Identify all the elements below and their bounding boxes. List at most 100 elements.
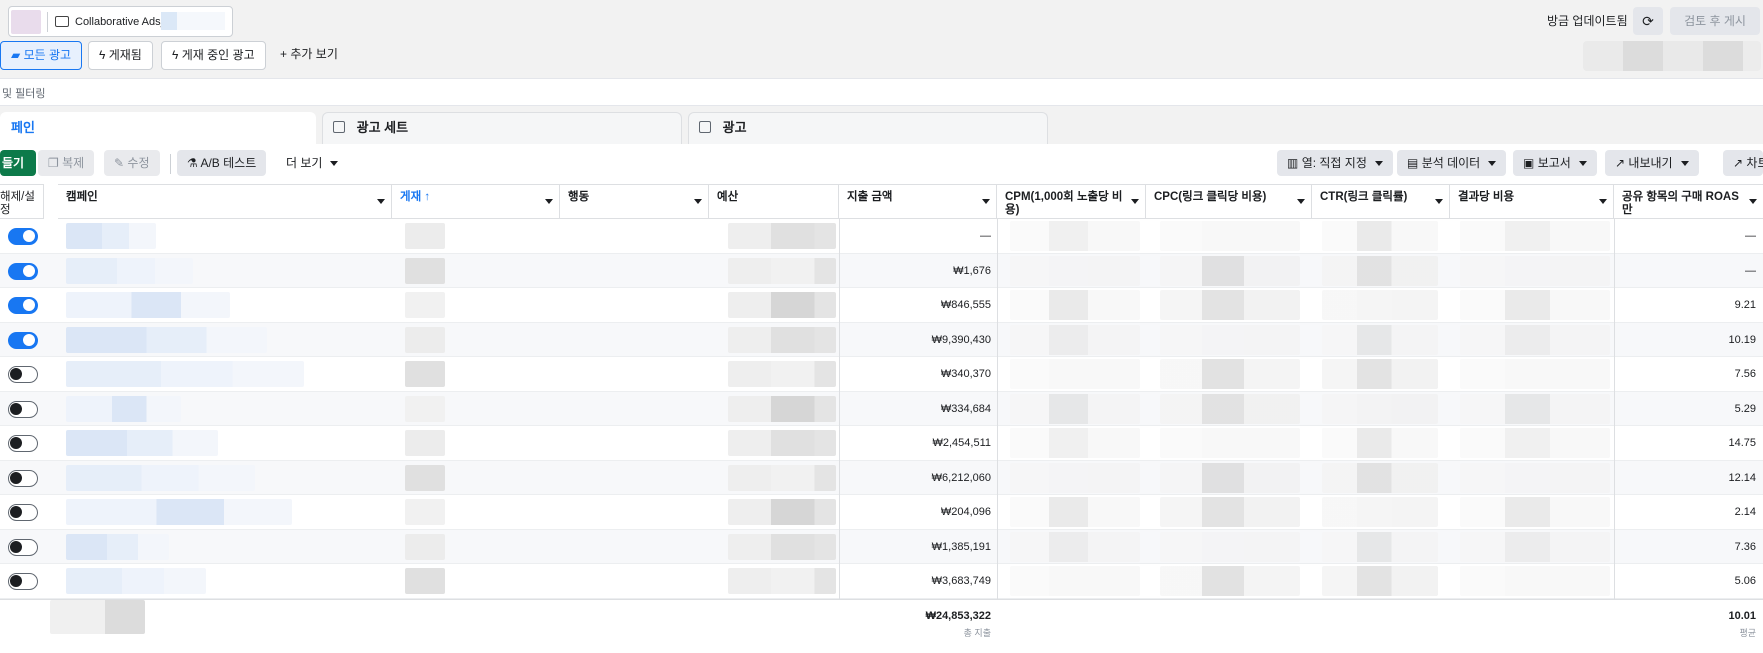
more-views-button[interactable]: + 추가 보기 bbox=[270, 41, 348, 70]
redacted-metric-value bbox=[1160, 290, 1300, 320]
table-row[interactable]: ₩340,370 7.56 bbox=[0, 357, 1763, 392]
table-row[interactable]: ₩204,096 2.14 bbox=[0, 495, 1763, 530]
more-actions-button[interactable]: 더 보기 bbox=[276, 150, 348, 176]
toggle-knob bbox=[10, 575, 22, 587]
campaign-toggle[interactable] bbox=[8, 400, 38, 418]
campaign-toggle[interactable] bbox=[8, 504, 38, 521]
chevron-down-icon bbox=[1578, 161, 1587, 166]
campaign-toggle[interactable] bbox=[8, 262, 38, 280]
reports-button[interactable]: ▣ 보고서 bbox=[1513, 150, 1597, 176]
redacted-metric-value bbox=[1160, 221, 1300, 251]
col-header-cpc[interactable]: CPC(링크 클릭당 비용) bbox=[1146, 184, 1312, 219]
redacted-metric-value bbox=[1460, 428, 1610, 458]
published-view-button[interactable]: ϟ 게재됨 bbox=[88, 41, 153, 70]
chevron-down-icon bbox=[694, 199, 702, 204]
columns-button[interactable]: ▥ 열: 직접 지정 bbox=[1277, 150, 1393, 176]
col-header-roas[interactable]: 공유 항목의 구매 ROAS만 bbox=[1614, 184, 1763, 219]
breakdown-button[interactable]: ▤ 분석 데이터 bbox=[1397, 150, 1507, 176]
col-header-actions[interactable]: 행동 bbox=[560, 184, 709, 219]
plus-icon: + bbox=[280, 47, 288, 61]
col-header-budget[interactable]: 예산 bbox=[709, 184, 839, 219]
redacted-delivery-status bbox=[405, 430, 445, 456]
campaign-toggle[interactable] bbox=[8, 435, 38, 452]
campaign-toggle[interactable] bbox=[8, 228, 38, 245]
chevron-down-icon bbox=[1599, 199, 1607, 204]
col-header-cost-per-result[interactable]: 결과당 비용 bbox=[1450, 184, 1614, 219]
totals-row: ₩24,853,322 총 지출 10.01 평균 bbox=[0, 599, 1763, 653]
redacted-metric-value bbox=[1460, 324, 1610, 355]
chevron-down-icon bbox=[1131, 199, 1139, 204]
all-ads-view-button[interactable]: ▰ 모든 광고 bbox=[0, 41, 83, 70]
chevron-down-icon bbox=[1680, 161, 1689, 166]
tab-campaigns[interactable]: 페인 bbox=[0, 112, 316, 144]
redacted-campaign-name bbox=[66, 223, 156, 249]
redacted-budget bbox=[728, 361, 836, 387]
table-row[interactable]: ₩334,684 5.29 bbox=[0, 391, 1763, 426]
redacted-totals-label bbox=[50, 600, 145, 634]
campaign-toggle[interactable] bbox=[8, 366, 38, 383]
redacted-campaign-name bbox=[66, 395, 181, 422]
table-row[interactable]: ₩2,454,511 14.75 bbox=[0, 426, 1763, 461]
folder-icon: ▰ bbox=[11, 48, 21, 62]
col-header-delivery[interactable]: 게재 ↑ bbox=[392, 184, 560, 219]
redacted-delivery-status bbox=[405, 395, 445, 422]
tab-adsets[interactable]: 광고 세트 bbox=[322, 112, 682, 144]
redacted-metric-value bbox=[1010, 359, 1140, 389]
campaign-toggle[interactable] bbox=[8, 573, 38, 590]
redacted-budget bbox=[728, 257, 836, 284]
account-avatar bbox=[11, 10, 41, 34]
export-button[interactable]: ↗ 내보내기 bbox=[1605, 150, 1699, 176]
redacted-metric-value bbox=[1322, 531, 1438, 562]
redacted-metric-value bbox=[1460, 531, 1610, 562]
col-header-campaign[interactable]: 캠페인 bbox=[58, 184, 392, 219]
redacted-metric-value bbox=[1160, 393, 1300, 424]
campaign-toggle[interactable] bbox=[8, 469, 38, 487]
tab-ads-label: 광고 bbox=[722, 120, 747, 135]
review-publish-button[interactable]: 검토 후 게시 bbox=[1670, 7, 1760, 35]
table-row[interactable]: ₩1,385,191 7.36 bbox=[0, 529, 1763, 564]
toggle-knob bbox=[10, 368, 22, 380]
column-divider bbox=[839, 219, 840, 653]
account-selector[interactable]: Collaborative Ads_ bbox=[8, 6, 233, 37]
lightning-icon: ϟ bbox=[99, 48, 106, 62]
table-row[interactable]: — — bbox=[0, 219, 1763, 254]
campaign-table: 해제/설정 캠페인 게재 ↑ 행동 예산 지출 금액 CPM(1,000회 노출… bbox=[0, 184, 1763, 653]
create-button[interactable]: 들기 bbox=[0, 150, 37, 176]
redacted-delivery-status bbox=[405, 326, 445, 353]
redacted-metric-value bbox=[1160, 324, 1300, 355]
active-ads-label: 게재 중인 광고 bbox=[181, 48, 255, 62]
filter-placeholder: 및 필터링 bbox=[2, 88, 46, 100]
table-row[interactable]: ₩6,212,060 12.14 bbox=[0, 460, 1763, 495]
table-toolbar: 들기 ❐ 복제 ✎ 수정 ⚗ A/B 테스트 더 보기 ▥ 열: 직접 지정 ▤… bbox=[0, 144, 1763, 184]
redacted-metric-value bbox=[1160, 428, 1300, 458]
search-filter-bar[interactable]: 및 필터링 bbox=[0, 78, 1763, 106]
edit-button[interactable]: ✎ 수정 bbox=[104, 150, 160, 176]
redacted-metric-value bbox=[1160, 462, 1300, 493]
redacted-metric-value bbox=[1460, 497, 1610, 527]
campaign-toggle[interactable] bbox=[8, 538, 38, 556]
redacted-delivery-status bbox=[405, 361, 445, 387]
redacted-budget bbox=[728, 568, 836, 594]
table-row[interactable]: ₩846,555 9.21 bbox=[0, 288, 1763, 323]
col-header-toggle[interactable]: 해제/설정 bbox=[0, 184, 44, 219]
ab-test-button[interactable]: ⚗ A/B 테스트 bbox=[177, 150, 267, 176]
table-row[interactable]: ₩3,683,749 5.06 bbox=[0, 564, 1763, 599]
campaign-toggle[interactable] bbox=[8, 297, 38, 314]
redacted-metric-value bbox=[1010, 221, 1140, 251]
active-ads-view-button[interactable]: ϟ 게재 중인 광고 bbox=[161, 41, 266, 70]
campaign-toggle[interactable] bbox=[8, 331, 38, 349]
col-header-campaign-label: 캠페인 bbox=[66, 191, 98, 203]
chart-button[interactable]: ↗ 차트 bbox=[1723, 150, 1763, 176]
export-icon: ↗ bbox=[1615, 156, 1626, 170]
table-row[interactable]: ₩1,676 — bbox=[0, 253, 1763, 288]
refresh-button[interactable]: ⟳ bbox=[1633, 7, 1663, 35]
redacted-metric-value bbox=[1322, 462, 1438, 493]
duplicate-button[interactable]: ❐ 복제 bbox=[38, 150, 95, 176]
tab-ads[interactable]: 광고 bbox=[688, 112, 1048, 144]
col-header-spend[interactable]: 지출 금액 bbox=[839, 184, 997, 219]
redacted-campaign-name bbox=[66, 568, 206, 594]
col-header-ctr[interactable]: CTR(링크 클릭률) bbox=[1312, 184, 1450, 219]
table-row[interactable]: ₩9,390,430 10.19 bbox=[0, 322, 1763, 357]
more-views-label: 추가 보기 bbox=[290, 47, 338, 61]
col-header-cpm[interactable]: CPM(1,000회 노출당 비용) bbox=[997, 184, 1146, 219]
